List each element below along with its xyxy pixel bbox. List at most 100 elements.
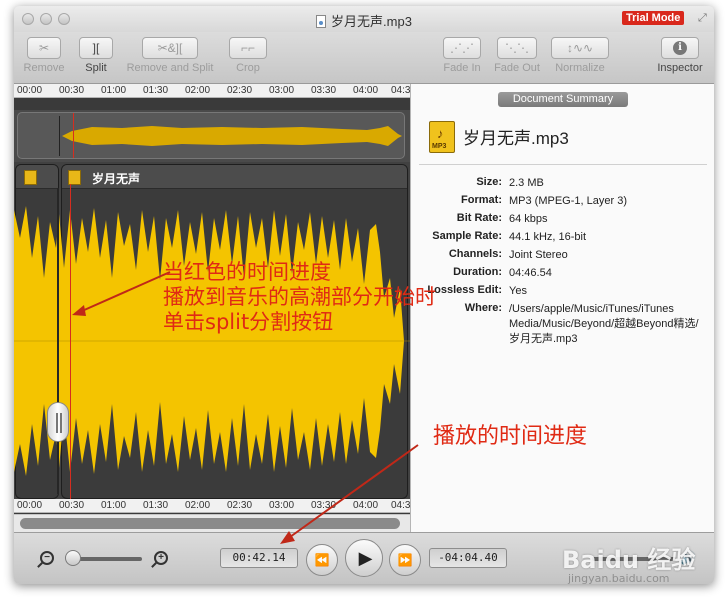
- tick-label: 00:00: [17, 85, 43, 96]
- handle-grip: [60, 413, 62, 433]
- waveform-overview[interactable]: [14, 110, 410, 162]
- split-icon: ][: [79, 37, 113, 59]
- playhead-line[interactable]: [70, 184, 71, 502]
- horizontal-scrollbar[interactable]: [14, 514, 410, 532]
- baidu-watermark: Baidu 经验: [562, 546, 696, 574]
- tick-label: 02:30: [227, 500, 253, 511]
- audio-document-icon: [316, 15, 327, 28]
- inspector-label: Inspector: [657, 62, 703, 74]
- split-drag-handle[interactable]: [47, 402, 69, 442]
- field-label: Format:: [461, 194, 502, 206]
- field-value: 64 kbps: [509, 213, 548, 225]
- tick-label: 00:00: [17, 500, 43, 511]
- scissors-icon: ✂: [27, 37, 61, 59]
- tick-label: 02:30: [227, 85, 253, 96]
- elapsed-time-display: 00:42.14: [220, 548, 298, 568]
- remove-and-split-label: Remove and Split: [126, 62, 214, 74]
- fade-out-icon: ⋱⋱: [497, 37, 537, 59]
- field-label: Bit Rate:: [456, 212, 502, 224]
- overview-split-marker: [59, 116, 60, 156]
- tick-label: 04:3: [391, 500, 411, 511]
- overview-frame: [17, 112, 405, 159]
- split-button[interactable]: ][ Split: [76, 37, 116, 74]
- tick-label: 01:00: [101, 85, 127, 96]
- rewind-button[interactable]: ⏪: [306, 544, 338, 576]
- tick-label: 04:3: [391, 85, 411, 96]
- file-type-label: MP3: [432, 143, 447, 150]
- title-bar: 岁月无声.mp3 Trial Mode ⤢: [14, 6, 714, 32]
- fade-in-label: Fade In: [443, 62, 481, 74]
- divider: [419, 164, 707, 165]
- annotation-line: 播放到音乐的高潮部分开始时: [163, 285, 436, 309]
- document-summary-tab[interactable]: Document Summary: [498, 92, 628, 107]
- clip-header: [16, 165, 58, 189]
- timeline-ruler-top[interactable]: 00:00 00:30 01:00 01:30 02:00 02:30 03:0…: [14, 84, 410, 98]
- annotation-line: 当红色的时间进度: [163, 260, 331, 284]
- file-path-value[interactable]: /Users/apple/Music/iTunes/iTunes Media/M…: [509, 302, 705, 347]
- remove-split-icon: ✂&][: [142, 37, 198, 59]
- fast-forward-button[interactable]: ⏩: [389, 544, 421, 576]
- fade-out-label: Fade Out: [494, 62, 540, 74]
- tick-label: 03:30: [311, 85, 337, 96]
- overview-playhead[interactable]: [73, 113, 74, 158]
- fullscreen-icon[interactable]: ⤢: [698, 12, 707, 25]
- normalize-label: Normalize: [555, 62, 605, 74]
- waveform-display[interactable]: [14, 188, 410, 494]
- field-label: Sample Rate:: [432, 230, 502, 242]
- field-label: Size:: [476, 176, 502, 188]
- zoom-slider-knob[interactable]: [65, 550, 82, 566]
- remaining-time-display: -04:04.40: [429, 548, 507, 568]
- timeline-ruler-bottom[interactable]: 00:00 00:30 01:00 01:30 02:00 02:30 03:0…: [14, 499, 410, 513]
- annotation-progress-note: 播放的时间进度: [433, 424, 588, 449]
- remove-label: Remove: [23, 62, 65, 74]
- crop-button[interactable]: ⌐⌐ Crop: [226, 37, 270, 74]
- tick-label: 02:00: [185, 85, 211, 96]
- clip-header: 岁月无声: [62, 165, 407, 189]
- remove-and-split-button[interactable]: ✂&][ Remove and Split: [120, 37, 220, 74]
- inspector-button[interactable]: i Inspector: [652, 37, 708, 74]
- field-value: Joint Stereo: [509, 249, 568, 261]
- tick-label: 03:00: [269, 85, 295, 96]
- play-button[interactable]: ▶: [345, 539, 383, 577]
- field-label: Channels:: [448, 248, 502, 260]
- field-value: MP3 (MPEG-1, Layer 3): [509, 195, 627, 207]
- tick-label: 01:30: [143, 85, 169, 96]
- normalize-button[interactable]: ↕∿∿ Normalize: [548, 37, 612, 74]
- fade-out-button[interactable]: ⋱⋱ Fade Out: [490, 37, 544, 74]
- annotation-line: 单击split分割按钮: [163, 310, 334, 334]
- field-value: 44.1 kHz, 16-bit: [509, 231, 587, 243]
- field-value: 2.3 MB: [509, 177, 544, 189]
- scrollbar-thumb[interactable]: [20, 518, 400, 529]
- fade-in-button[interactable]: ⋰⋰ Fade In: [440, 37, 484, 74]
- normalize-icon: ↕∿∿: [551, 37, 609, 59]
- tick-label: 00:30: [59, 500, 85, 511]
- split-label: Split: [85, 62, 107, 74]
- crop-label: Crop: [236, 62, 260, 74]
- field-value: 04:46.54: [509, 267, 552, 279]
- handle-grip: [56, 413, 58, 433]
- annotation-instruction: 当红色的时间进度 播放到音乐的高潮部分开始时 单击split分割按钮: [163, 260, 436, 335]
- clip-name: 岁月无声: [92, 172, 141, 186]
- audio-file-icon: [68, 170, 81, 185]
- overview-waveform: [62, 126, 402, 146]
- music-note-icon: ♪: [437, 126, 444, 141]
- tick-label: 04:00: [353, 85, 379, 96]
- tick-label: 01:30: [143, 500, 169, 511]
- zoom-out-icon[interactable]: −: [40, 551, 54, 565]
- window-title: 岁月无声.mp3: [14, 11, 714, 30]
- tick-label: 03:30: [311, 500, 337, 511]
- zoom-in-icon[interactable]: +: [154, 551, 168, 565]
- mp3-file-icon: ♪ MP3: [429, 121, 455, 153]
- crop-icon: ⌐⌐: [229, 37, 267, 59]
- info-icon: i: [673, 41, 687, 55]
- fade-in-icon: ⋰⋰: [443, 37, 481, 59]
- tick-label: 00:30: [59, 85, 85, 96]
- audio-file-icon: [24, 170, 37, 185]
- tick-label: 03:00: [269, 500, 295, 511]
- tick-label: 02:00: [185, 500, 211, 511]
- file-title: 岁月无声.mp3: [463, 129, 569, 148]
- window-title-text: 岁月无声.mp3: [331, 14, 412, 29]
- field-value: Yes: [509, 285, 527, 297]
- trial-mode-badge[interactable]: Trial Mode: [622, 11, 685, 25]
- remove-button[interactable]: ✂ Remove: [22, 37, 66, 74]
